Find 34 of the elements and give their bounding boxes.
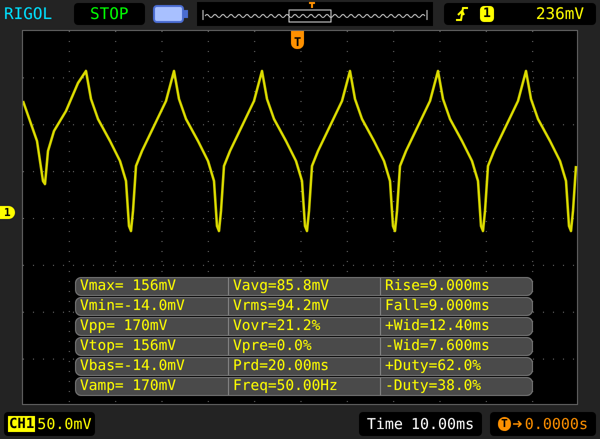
measurement-reading: Vmin=-14.0mV — [79, 298, 186, 315]
battery-icon — [152, 5, 189, 23]
channel-scale: 50.0mV — [37, 414, 92, 435]
arrow-icon — [512, 419, 523, 429]
measurement-reading: -Duty=38.0% — [380, 378, 532, 395]
channel-marker: 1 — [0, 206, 15, 219]
measurement-reading: Vmax= 156mV — [79, 278, 178, 295]
trigger-position-marker: T — [291, 31, 304, 49]
timebase-value: 10.00ms — [410, 414, 474, 435]
rising-edge-icon — [456, 7, 468, 21]
measurement-reading: Freq=50.00Hz — [228, 378, 380, 395]
measurement-reading: Vpp= 170mV — [79, 318, 168, 335]
measurement-reading: Prd=20.00ms — [228, 358, 380, 375]
trigger-channel-badge: 1 — [480, 6, 494, 22]
measurement-reading: Fall=9.000ms — [380, 298, 532, 315]
trigger-offset: 0.0000s — [524, 414, 588, 435]
measurement-reading: +Duty=62.0% — [380, 358, 532, 375]
memory-bar-icon — [196, 2, 433, 26]
measurement-reading: Vpre=0.0% — [228, 338, 380, 355]
brand-label: RIGOL — [4, 3, 54, 25]
measurement-reading: -Wid=7.600ms — [380, 338, 532, 355]
timebase-label: Time — [366, 414, 403, 435]
measurement-reading: Vrms=94.2mV — [228, 298, 380, 315]
measurement-reading: +Wid=12.40ms — [380, 318, 532, 335]
measurement-reading: Vavg=85.8mV — [228, 278, 380, 295]
run-state-indicator: STOP — [74, 3, 145, 25]
measurement-reading: Rise=9.000ms — [380, 278, 532, 295]
measurement-reading: Vbas=-14.0mV — [79, 358, 186, 375]
measurement-reading: Vamp= 170mV — [79, 378, 178, 395]
offset-marker: T — [498, 417, 511, 431]
trigger-level: 236mV — [536, 3, 584, 25]
measurement-reading: Vovr=21.2% — [228, 318, 380, 335]
measurement-reading: Vtop= 156mV — [79, 338, 178, 355]
channel-label: CH1 — [8, 416, 36, 432]
